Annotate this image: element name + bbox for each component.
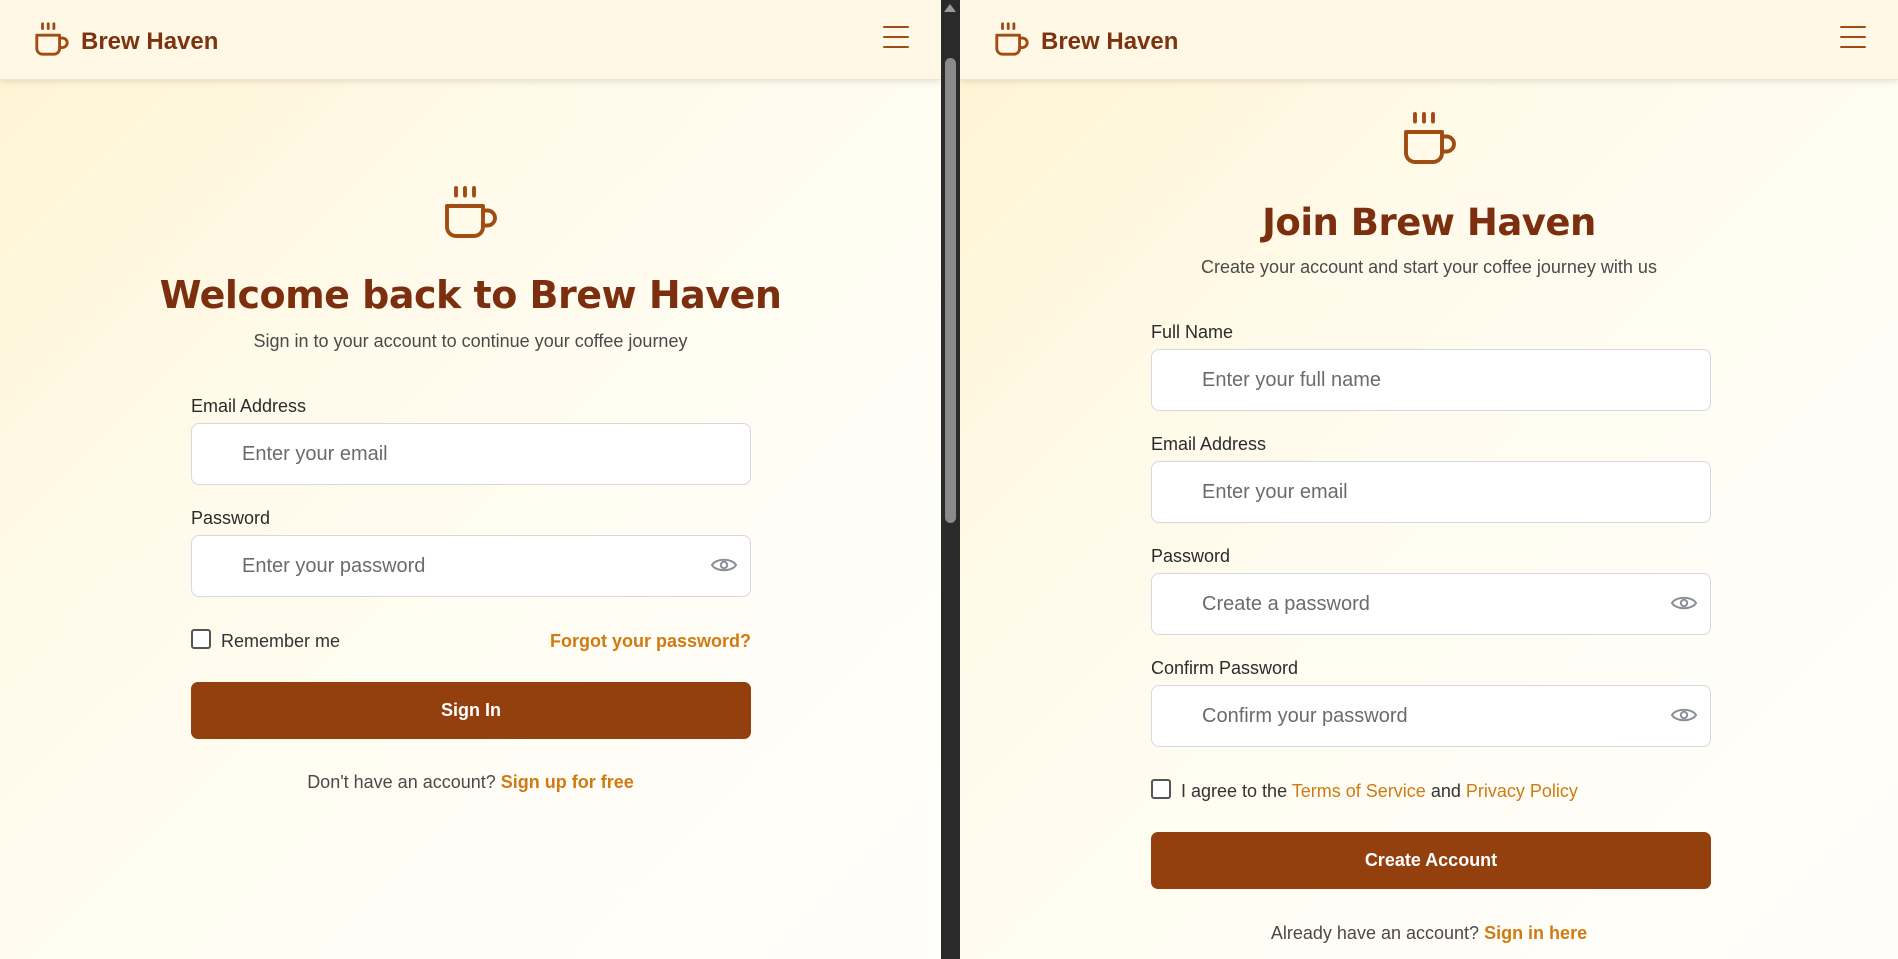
signin-prompt: Already have an account? Sign in here <box>960 923 1898 944</box>
sign-in-button[interactable]: Sign In <box>191 682 751 739</box>
create-account-button[interactable]: Create Account <box>1151 832 1711 889</box>
hamburger-menu-icon <box>883 26 909 28</box>
brand-name: Brew Haven <box>1041 27 1179 55</box>
signup-prompt-text: Don't have an account? <box>307 772 496 792</box>
brand-name: Brew Haven <box>81 27 219 55</box>
coffee-cup-icon <box>33 20 71 63</box>
privacy-policy-link[interactable]: Privacy Policy <box>1466 781 1578 801</box>
brand-link[interactable]: Brew Haven <box>33 20 218 63</box>
password-label: Password <box>1151 546 1231 566</box>
email-input[interactable] <box>1151 461 1711 523</box>
terms-and: and <box>1430 781 1461 801</box>
navbar: Brew Haven <box>960 0 1898 80</box>
page-title: Welcome back to Brew Haven <box>159 273 782 317</box>
confirm-password-label: Confirm Password <box>1151 658 1299 678</box>
terms-of-service-link[interactable]: Terms of Service <box>1292 781 1426 801</box>
login-pane: Brew Haven Welcome back to Brew Haven Si… <box>0 0 941 959</box>
signup-pane: Brew Haven Join Brew Haven Create your a… <box>960 0 1898 959</box>
coffee-cup-icon <box>993 20 1031 63</box>
email-label: Email Address <box>1151 434 1267 454</box>
password-label: Password <box>191 508 271 528</box>
password-input[interactable] <box>1151 573 1711 635</box>
scroll-up-icon[interactable] <box>944 4 956 12</box>
eye-icon[interactable] <box>1670 706 1698 724</box>
confirm-password-input[interactable] <box>1151 685 1711 747</box>
signup-prompt: Don't have an account? Sign up for free <box>0 772 941 793</box>
terms-prefix: I agree to the <box>1181 781 1288 801</box>
full-name-input[interactable] <box>1151 349 1711 411</box>
terms-label: I agree to the Terms of Service and Priv… <box>1181 781 1578 802</box>
menu-button[interactable] <box>883 26 909 48</box>
signin-prompt-text: Already have an account? <box>1270 923 1480 943</box>
eye-icon[interactable] <box>1670 594 1698 612</box>
remember-checkbox[interactable] <box>191 629 211 649</box>
password-input[interactable] <box>191 535 751 597</box>
eye-icon[interactable] <box>710 556 738 574</box>
scrollbar-thumb[interactable] <box>945 58 956 523</box>
signin-link[interactable]: Sign in here <box>1484 923 1587 943</box>
signup-link[interactable]: Sign up for free <box>501 772 634 792</box>
page-subtitle: Sign in to your account to continue your… <box>253 331 688 351</box>
menu-button[interactable] <box>1840 26 1866 48</box>
email-input[interactable] <box>191 423 751 485</box>
email-label: Email Address <box>191 396 307 416</box>
page-title: Join Brew Haven <box>1262 201 1596 244</box>
remember-label: Remember me <box>221 631 341 651</box>
full-name-label: Full Name <box>1151 322 1234 342</box>
coffee-cup-icon <box>1400 108 1460 173</box>
brand-link[interactable]: Brew Haven <box>993 20 1178 63</box>
page-subtitle: Create your account and start your coffe… <box>1201 257 1657 277</box>
navbar: Brew Haven <box>0 0 941 80</box>
coffee-cup-icon <box>441 182 501 247</box>
hamburger-menu-icon <box>1840 26 1866 28</box>
terms-checkbox[interactable] <box>1151 779 1171 799</box>
forgot-password-link[interactable]: Forgot your password? <box>550 631 751 652</box>
